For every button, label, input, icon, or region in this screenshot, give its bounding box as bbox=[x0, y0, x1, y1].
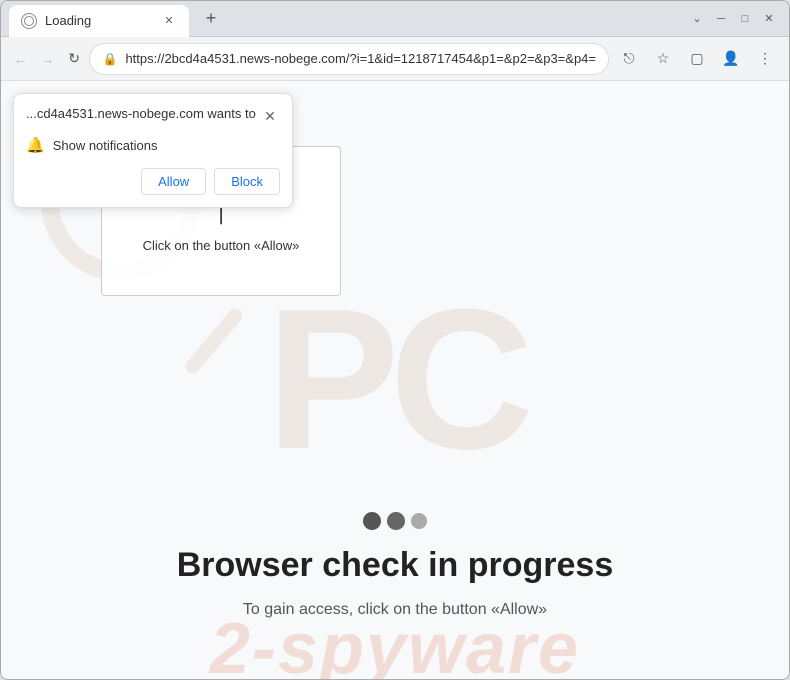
title-bar: Loading ✕ + ⌄ ─ □ ✕ bbox=[1, 1, 789, 37]
address-bar[interactable]: 🔒 https://2bcd4a4531.news-nobege.com/?i=… bbox=[89, 43, 609, 75]
browser-window: Loading ✕ + ⌄ ─ □ ✕ ← → ↻ 🔒 https://2bcd… bbox=[0, 0, 790, 680]
notification-popup: ...cd4a4531.news-nobege.com wants to ✕ 🔔… bbox=[13, 93, 293, 208]
mag-handle bbox=[183, 306, 245, 376]
back-button[interactable]: ← bbox=[9, 43, 32, 75]
tab-strip: Loading ✕ + bbox=[9, 3, 689, 35]
bookmark-button[interactable]: ☆ bbox=[647, 43, 679, 75]
popup-header: ...cd4a4531.news-nobege.com wants to ✕ bbox=[26, 106, 280, 126]
bell-icon: 🔔 bbox=[26, 136, 45, 154]
profile-button[interactable]: 👤 bbox=[715, 43, 747, 75]
maximize-button[interactable]: □ bbox=[737, 11, 753, 27]
popup-title: ...cd4a4531.news-nobege.com wants to bbox=[26, 106, 256, 121]
main-subtext: To gain access, click on the button «All… bbox=[243, 601, 547, 619]
navigation-bar: ← → ↻ 🔒 https://2bcd4a4531.news-nobege.c… bbox=[1, 37, 789, 81]
loading-dots bbox=[363, 512, 427, 530]
allow-button[interactable]: Allow bbox=[141, 168, 206, 195]
split-screen-button[interactable]: ▢ bbox=[681, 43, 713, 75]
watermark-text: PC bbox=[266, 265, 524, 495]
reload-button[interactable]: ↻ bbox=[63, 43, 86, 75]
tab-favicon bbox=[21, 13, 37, 29]
popup-notification-text: Show notifications bbox=[53, 138, 158, 153]
tab-title: Loading bbox=[45, 13, 153, 28]
main-heading: Browser check in progress bbox=[177, 546, 614, 585]
lock-icon: 🔒 bbox=[102, 52, 117, 66]
window-controls: ⌄ ─ □ ✕ bbox=[689, 11, 781, 27]
new-tab-button[interactable]: + bbox=[197, 5, 225, 33]
dot-3 bbox=[411, 513, 427, 529]
popup-notification-row: 🔔 Show notifications bbox=[26, 136, 280, 154]
dot-2 bbox=[387, 512, 405, 530]
url-text: https://2bcd4a4531.news-nobege.com/?i=1&… bbox=[125, 51, 596, 66]
block-button[interactable]: Block bbox=[214, 168, 280, 195]
instruction-text: Click on the button «Allow» bbox=[143, 238, 300, 253]
active-tab[interactable]: Loading ✕ bbox=[9, 5, 189, 37]
menu-button[interactable]: ⋮ bbox=[749, 43, 781, 75]
share-button[interactable]: ⎋ bbox=[613, 43, 645, 75]
popup-close-button[interactable]: ✕ bbox=[260, 106, 280, 126]
minimize-button[interactable]: ─ bbox=[713, 11, 729, 27]
close-button[interactable]: ✕ bbox=[761, 11, 777, 27]
main-content: Browser check in progress To gain access… bbox=[1, 512, 789, 619]
bottom-watermark: 2-spyware bbox=[1, 619, 789, 679]
popup-buttons: Allow Block bbox=[26, 168, 280, 195]
page-content: PC ...cd4a4531.news-nobege.com wants to … bbox=[1, 81, 789, 679]
tab-strip-expand-button[interactable]: ⌄ bbox=[689, 11, 705, 27]
forward-button[interactable]: → bbox=[36, 43, 59, 75]
dot-1 bbox=[363, 512, 381, 530]
nav-right-buttons: ⎋ ☆ ▢ 👤 ⋮ bbox=[613, 43, 781, 75]
tab-close-button[interactable]: ✕ bbox=[161, 13, 177, 29]
